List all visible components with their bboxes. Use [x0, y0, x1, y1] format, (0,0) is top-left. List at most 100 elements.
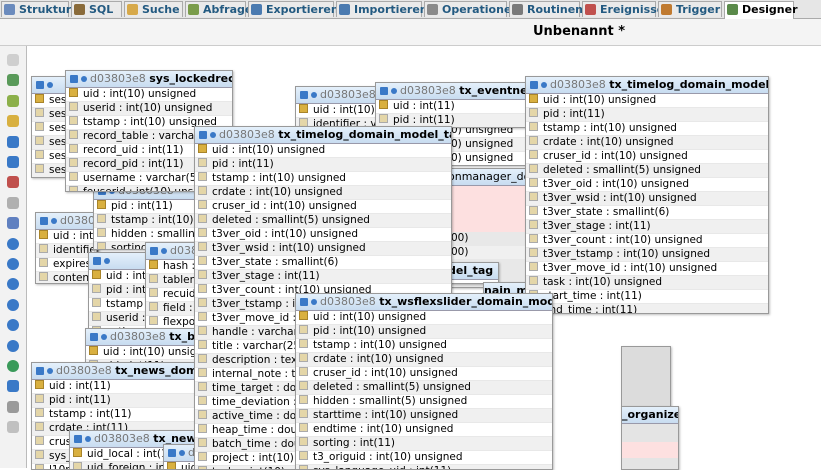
field-row[interactable]: uid : int(10): [36, 230, 98, 244]
field-row[interactable]: t3ver_tstamp : int(10) unsigned: [526, 248, 768, 262]
tab-sql[interactable]: SQL: [71, 1, 122, 17]
table-fragment[interactable]: _organizer: [621, 406, 679, 470]
show-columns-icon[interactable]: [311, 299, 317, 305]
field-row[interactable]: uid : int(10) unsigned: [66, 88, 232, 102]
field-row[interactable]: pid : int(11): [94, 200, 206, 214]
field-row[interactable]: userid : int: [89, 312, 149, 326]
table-t15[interactable]: d03803e8 tx_wsflexslider_domain_model_im…: [295, 293, 553, 470]
export-schema-icon[interactable]: [7, 380, 19, 393]
field-row[interactable]: starttime : int(10) unsigned: [296, 409, 552, 423]
field-row[interactable]: uid : int(10) unsigned: [526, 94, 768, 108]
edit-page-icon[interactable]: [7, 196, 19, 209]
show-columns-icon[interactable]: [101, 334, 107, 340]
toggle-table-icon[interactable]: [380, 87, 388, 95]
reload-icon[interactable]: [7, 237, 19, 250]
field-row[interactable]: t3ver_stage : int(11): [195, 270, 451, 284]
delete-page-icon[interactable]: [7, 176, 19, 189]
field-row[interactable]: t3ver_oid : int(10) unsigned: [526, 178, 768, 192]
field-row[interactable]: pid : int(11): [195, 158, 451, 172]
field-row[interactable]: crdate : int(10) unsigned: [195, 186, 451, 200]
show-columns-icon[interactable]: [541, 82, 547, 88]
tab-trigger[interactable]: Trigger: [658, 1, 722, 17]
tab-designer[interactable]: Designer: [724, 1, 798, 19]
field-row[interactable]: deleted : smallint(5) unsigned: [296, 381, 552, 395]
table-header[interactable]: del_tag: [448, 263, 498, 280]
tab-ereignisse[interactable]: Ereignisse: [582, 1, 664, 17]
tab-operationen[interactable]: Operationen: [424, 1, 519, 17]
show-columns-icon[interactable]: [311, 92, 317, 98]
show-columns-icon[interactable]: [47, 368, 53, 374]
toggle-small-big-icon[interactable]: [7, 339, 19, 352]
save-as-icon[interactable]: [7, 156, 19, 168]
table-t5[interactable]: uid : int(pid : int(11) tstamp : in userid…: [88, 252, 150, 336]
show-columns-icon[interactable]: [51, 218, 57, 224]
field-row[interactable]: crdate : int(10) unsigned: [296, 353, 552, 367]
field-row[interactable]: crdate : int(10) unsigned: [526, 136, 768, 150]
table-t4[interactable]: d03803e8 pid : int(11)tstamp : int(10)hi…: [93, 182, 207, 250]
help-icon[interactable]: [7, 258, 19, 270]
tab-suche[interactable]: Suche: [124, 1, 183, 17]
table-header[interactable]: d03803e8 tx_wsflexslider_domain_model_im…: [296, 294, 552, 311]
show-columns-icon[interactable]: [179, 450, 185, 456]
create-relation-icon[interactable]: [7, 217, 19, 230]
toggle-table-icon[interactable]: [93, 257, 101, 265]
tab-struktur[interactable]: Struktur: [1, 1, 71, 17]
show-columns-icon[interactable]: [210, 132, 216, 138]
toggle-table-icon[interactable]: [40, 217, 48, 225]
field-row[interactable]: deleted : smallint(5) unsigned: [195, 214, 451, 228]
toggle-table-icon[interactable]: [36, 367, 44, 375]
move-menu-icon[interactable]: [7, 400, 19, 413]
field-row[interactable]: t3ver_count : int(10) unsigned: [526, 234, 768, 248]
field-row[interactable]: hidden : smallint: [94, 228, 206, 242]
toggle-menu-icon[interactable]: [7, 54, 19, 66]
table-header[interactable]: _organizer: [622, 407, 678, 424]
field-row[interactable]: tstamp : int(10) unsigned: [296, 339, 552, 353]
show-columns-icon[interactable]: [85, 436, 91, 442]
toggle-table-icon[interactable]: [90, 333, 98, 341]
table-header[interactable]: d03803e8 tx_timelog_domain_model_taskgro…: [195, 127, 451, 144]
designer-canvas[interactable]: ses_ses_ses_ses_ses_ses_ d03803e8 uid : …: [27, 46, 821, 470]
field-row[interactable]: tstamp : int(10): [94, 214, 206, 228]
open-page-icon[interactable]: [7, 115, 19, 128]
show-columns-icon[interactable]: [391, 88, 397, 94]
field-row[interactable]: tstamp : in: [89, 298, 149, 312]
field-row[interactable]: uid : int(10) unsigned: [296, 311, 552, 325]
field-row[interactable]: start_time : int(11): [526, 290, 768, 304]
show-columns-icon[interactable]: [81, 76, 87, 82]
small-big-all-icon[interactable]: [7, 319, 19, 332]
field-row[interactable]: cruser_id : int(10) unsigned: [296, 367, 552, 381]
field-row[interactable]: hidden : smallint(5) unsigned: [296, 395, 552, 409]
toggle-table-icon[interactable]: [74, 435, 82, 443]
field-row[interactable]: tstamp : int(10) unsigned: [526, 122, 768, 136]
table-header[interactable]: d03803e8 tx_eventnews_do: [376, 83, 536, 100]
field-row[interactable]: t3ver_state : smallint(6): [526, 206, 768, 220]
table-header[interactable]: d03803e8 sys_lockedrecords: [66, 71, 232, 88]
field-row[interactable]: tstamp : int(10) unsigned: [195, 172, 451, 186]
table-header[interactable]: d03803e8 tx_timelog_domain_model_interva…: [526, 77, 768, 94]
field-row[interactable]: t3ver_wsid : int(10) unsigned: [526, 192, 768, 206]
table-fragment[interactable]: [621, 346, 671, 408]
field-row[interactable]: uid : int(11): [376, 100, 536, 114]
table-fragment[interactable]: del_tag: [447, 262, 499, 284]
tab-routinen[interactable]: Routinen: [509, 1, 583, 17]
new-page-icon[interactable]: [7, 94, 19, 107]
table-t8[interactable]: d03803e8 tx_eventnews_douid : int(11) pid…: [375, 82, 537, 128]
toggle-table-icon[interactable]: [300, 91, 308, 99]
field-row[interactable]: t3ver_state : smallint(6): [195, 256, 451, 270]
show-columns-icon[interactable]: [161, 248, 167, 254]
field-row[interactable]: t3ver_stage : int(11): [526, 220, 768, 234]
field-row[interactable]: uid : int(: [89, 270, 149, 284]
field-row[interactable]: endtime : int(10) unsigned: [296, 423, 552, 437]
table-t9[interactable]: d03803e8 tx_timelog_domain_model_interva…: [525, 76, 769, 314]
field-row[interactable]: uid : int(10) unsigned: [195, 144, 451, 158]
field-row[interactable]: cruser_id : int(10) unsigned: [195, 200, 451, 214]
toggle-table-icon[interactable]: [530, 81, 538, 89]
show-columns-icon[interactable]: [104, 258, 110, 264]
field-row[interactable]: userid : int(10) unsigned: [66, 102, 232, 116]
angular-links-icon[interactable]: [7, 278, 19, 291]
field-row[interactable]: cruser_id : int(10) unsigned: [526, 150, 768, 164]
tab-exportieren[interactable]: Exportieren: [248, 1, 339, 17]
snap-grid-icon[interactable]: [7, 298, 19, 311]
field-row[interactable]: pid : int(10) unsigned: [296, 325, 552, 339]
show-columns-icon[interactable]: [47, 82, 53, 88]
